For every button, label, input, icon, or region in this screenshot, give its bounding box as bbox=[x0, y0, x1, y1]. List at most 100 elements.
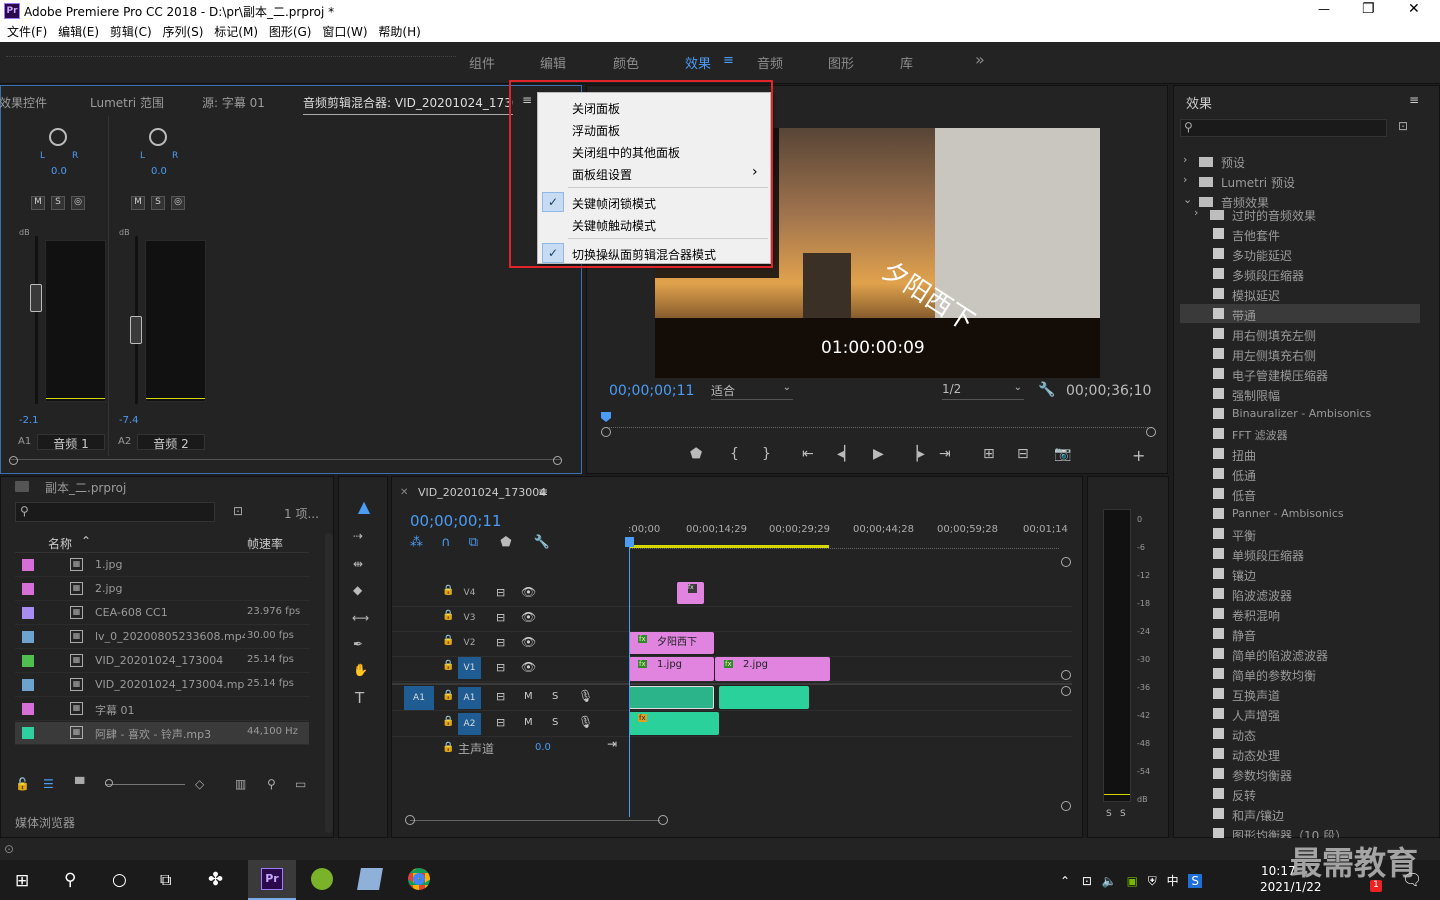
workspace-libraries[interactable]: 库 bbox=[900, 53, 913, 72]
automate-icon[interactable]: ▥ bbox=[235, 777, 246, 791]
menu-markers[interactable]: 标记(M) bbox=[214, 22, 258, 42]
pan-value-2[interactable]: 0.0 bbox=[151, 166, 167, 177]
slip-tool-icon[interactable]: ⟷ bbox=[352, 611, 369, 625]
lock-icon[interactable]: 🔒 bbox=[442, 716, 454, 727]
audio-clip-a1-2[interactable] bbox=[719, 686, 809, 709]
sync-lock-icon[interactable]: ⊟ bbox=[496, 661, 505, 674]
workspace-assembly[interactable]: 组件 bbox=[469, 53, 495, 72]
solo-button-2[interactable]: S bbox=[151, 196, 165, 210]
menu-edit[interactable]: 编辑(E) bbox=[58, 22, 99, 42]
solo-button[interactable]: S bbox=[552, 717, 558, 728]
playhead-marker[interactable] bbox=[625, 537, 634, 547]
mixer-horizontal-scrollbar[interactable] bbox=[11, 459, 561, 465]
task-view-icon[interactable]: ⧉ bbox=[160, 870, 171, 890]
export-frame-icon[interactable]: 📷 bbox=[1054, 446, 1071, 462]
label-color-swatch[interactable] bbox=[22, 703, 34, 715]
effect-item[interactable]: 人声增强 bbox=[1232, 707, 1280, 724]
mute-button[interactable]: M bbox=[524, 717, 533, 728]
audio-clip-a1-1[interactable] bbox=[629, 686, 714, 709]
input-method-icon[interactable]: S bbox=[1188, 874, 1203, 888]
item-name[interactable]: 1.jpg bbox=[95, 558, 245, 571]
solo-left-button[interactable]: S bbox=[1106, 809, 1112, 819]
nvidia-icon[interactable]: ▣ bbox=[1127, 874, 1138, 888]
type-tool-icon[interactable]: T bbox=[355, 689, 364, 707]
menu-sequence[interactable]: 序列(S) bbox=[162, 22, 203, 42]
pan-value-1[interactable]: 0.0 bbox=[51, 166, 67, 177]
source-patch-a1[interactable]: A1 bbox=[404, 686, 434, 710]
timeline-vscroll-mid2[interactable] bbox=[1061, 686, 1071, 696]
notebook-app-icon[interactable] bbox=[357, 868, 383, 890]
premiere-taskbar-icon[interactable]: Pr bbox=[248, 860, 296, 900]
label-color-swatch[interactable] bbox=[22, 631, 34, 643]
timeline-vscroll-top[interactable] bbox=[1061, 557, 1071, 567]
ripple-edit-tool-icon[interactable]: ⇹ bbox=[353, 557, 363, 571]
workspace-more-icon[interactable]: » bbox=[975, 50, 985, 69]
melon-app-icon[interactable] bbox=[311, 868, 333, 890]
item-name[interactable]: VID_20201024_173004.mp4 bbox=[95, 678, 245, 691]
column-frame-rate[interactable]: 帧速率 bbox=[247, 535, 283, 552]
effect-item[interactable]: 陷波滤波器 bbox=[1232, 587, 1292, 604]
razor-tool-icon[interactable]: ◆ bbox=[353, 583, 362, 597]
go-to-end-icon[interactable]: ⇥ bbox=[607, 737, 617, 751]
zoom-slider-handle[interactable] bbox=[105, 779, 113, 787]
mute-button-2[interactable]: M bbox=[131, 196, 145, 210]
workspace-audio[interactable]: 音频 bbox=[757, 53, 783, 72]
clip-title[interactable]: fx 夕阳西下 bbox=[629, 632, 714, 654]
microphone-icon[interactable]: 🎙 bbox=[578, 715, 593, 729]
wrench-icon[interactable]: 🔧 bbox=[1038, 382, 1055, 398]
effects-folder[interactable]: Lumetri 预设 bbox=[1221, 174, 1295, 191]
snap-icon[interactable]: ∩ bbox=[441, 535, 451, 550]
tab-source[interactable]: 源: 字幕 01 bbox=[202, 94, 265, 111]
menu-graphics[interactable]: 图形(G) bbox=[269, 22, 312, 42]
windows-start-icon[interactable]: ⊞ bbox=[15, 871, 29, 891]
timeline-hscroll[interactable] bbox=[410, 820, 660, 821]
timeline-hscroll-left[interactable] bbox=[405, 815, 415, 825]
lock-icon[interactable]: 🔒 bbox=[442, 635, 454, 646]
effect-item[interactable]: 互换声道 bbox=[1232, 687, 1280, 704]
label-color-swatch[interactable] bbox=[22, 679, 34, 691]
list-item[interactable]: ▦ CEA-608 CC1 23.976 fps bbox=[15, 602, 309, 625]
mark-in-icon[interactable]: { bbox=[730, 446, 739, 462]
add-button-icon[interactable]: + bbox=[1132, 446, 1145, 465]
add-marker-icon[interactable]: ⬟ bbox=[690, 446, 702, 462]
audio-clip-a2[interactable]: fx bbox=[629, 712, 719, 735]
menu-clip[interactable]: 剪辑(C) bbox=[110, 22, 152, 42]
item-name[interactable]: lv_0_20200805233608.mp4 bbox=[95, 630, 245, 643]
effects-folder[interactable]: 预设 bbox=[1221, 154, 1245, 171]
effect-item[interactable]: 单频段压缩器 bbox=[1232, 547, 1304, 564]
track-select-tool-icon[interactable]: ⇢ bbox=[353, 529, 363, 543]
pinwheel-app-icon[interactable]: ✤ bbox=[208, 869, 223, 890]
label-color-swatch[interactable] bbox=[22, 655, 34, 667]
timeline-settings-wrench-icon[interactable]: 🔧 bbox=[534, 535, 550, 550]
chevron-right-icon[interactable]: › bbox=[1183, 173, 1187, 186]
lock-icon[interactable]: 🔓 bbox=[15, 777, 30, 791]
effect-item[interactable]: 多功能延迟 bbox=[1232, 247, 1292, 264]
effects-menu-icon[interactable]: ≡ bbox=[1409, 93, 1419, 107]
workspace-menu-icon[interactable]: ≡ bbox=[723, 53, 734, 68]
item-name[interactable]: VID_20201024_173004 bbox=[95, 654, 245, 667]
project-search-input[interactable]: ⚲ bbox=[15, 502, 215, 522]
go-to-out-icon[interactable]: ⇥ bbox=[939, 446, 951, 462]
sequence-menu-icon[interactable]: ≡ bbox=[538, 485, 548, 499]
effect-item[interactable]: 用左侧填充右侧 bbox=[1232, 347, 1316, 364]
timeline-vscroll-bottom[interactable] bbox=[1061, 801, 1071, 811]
timeline-hscroll-right[interactable] bbox=[658, 815, 668, 825]
fader-handle-1[interactable] bbox=[30, 284, 42, 312]
new-custom-bin-icon[interactable]: ⊡ bbox=[1398, 119, 1408, 133]
chevron-right-icon[interactable]: › bbox=[1183, 153, 1187, 166]
effect-item[interactable]: FFT 滤波器 bbox=[1232, 427, 1288, 443]
tab-audio-clip-mixer[interactable]: 音频剪辑混合器: VID_20201024_173004 bbox=[303, 94, 513, 115]
cortana-icon[interactable]: ○ bbox=[112, 870, 127, 890]
new-bin-icon[interactable]: ▭ bbox=[295, 777, 306, 791]
timeline-current-time[interactable]: 00;00;00;11 bbox=[410, 512, 502, 530]
item-name[interactable]: 2.jpg bbox=[95, 582, 245, 595]
step-forward-icon[interactable]: ▕▸ bbox=[907, 446, 925, 462]
zoom-handle-left[interactable] bbox=[601, 427, 611, 437]
timeline-vscroll-mid[interactable] bbox=[1061, 670, 1071, 680]
effects-search-input[interactable]: ⚲ bbox=[1180, 119, 1387, 137]
sync-lock-icon[interactable]: ⊟ bbox=[496, 586, 505, 599]
master-track-value[interactable]: 0.0 bbox=[535, 742, 551, 753]
effect-item[interactable]: 动态 bbox=[1232, 727, 1256, 744]
security-icon[interactable]: ⛨ bbox=[1148, 874, 1157, 888]
effect-item[interactable]: Panner - Ambisonics bbox=[1232, 507, 1344, 520]
